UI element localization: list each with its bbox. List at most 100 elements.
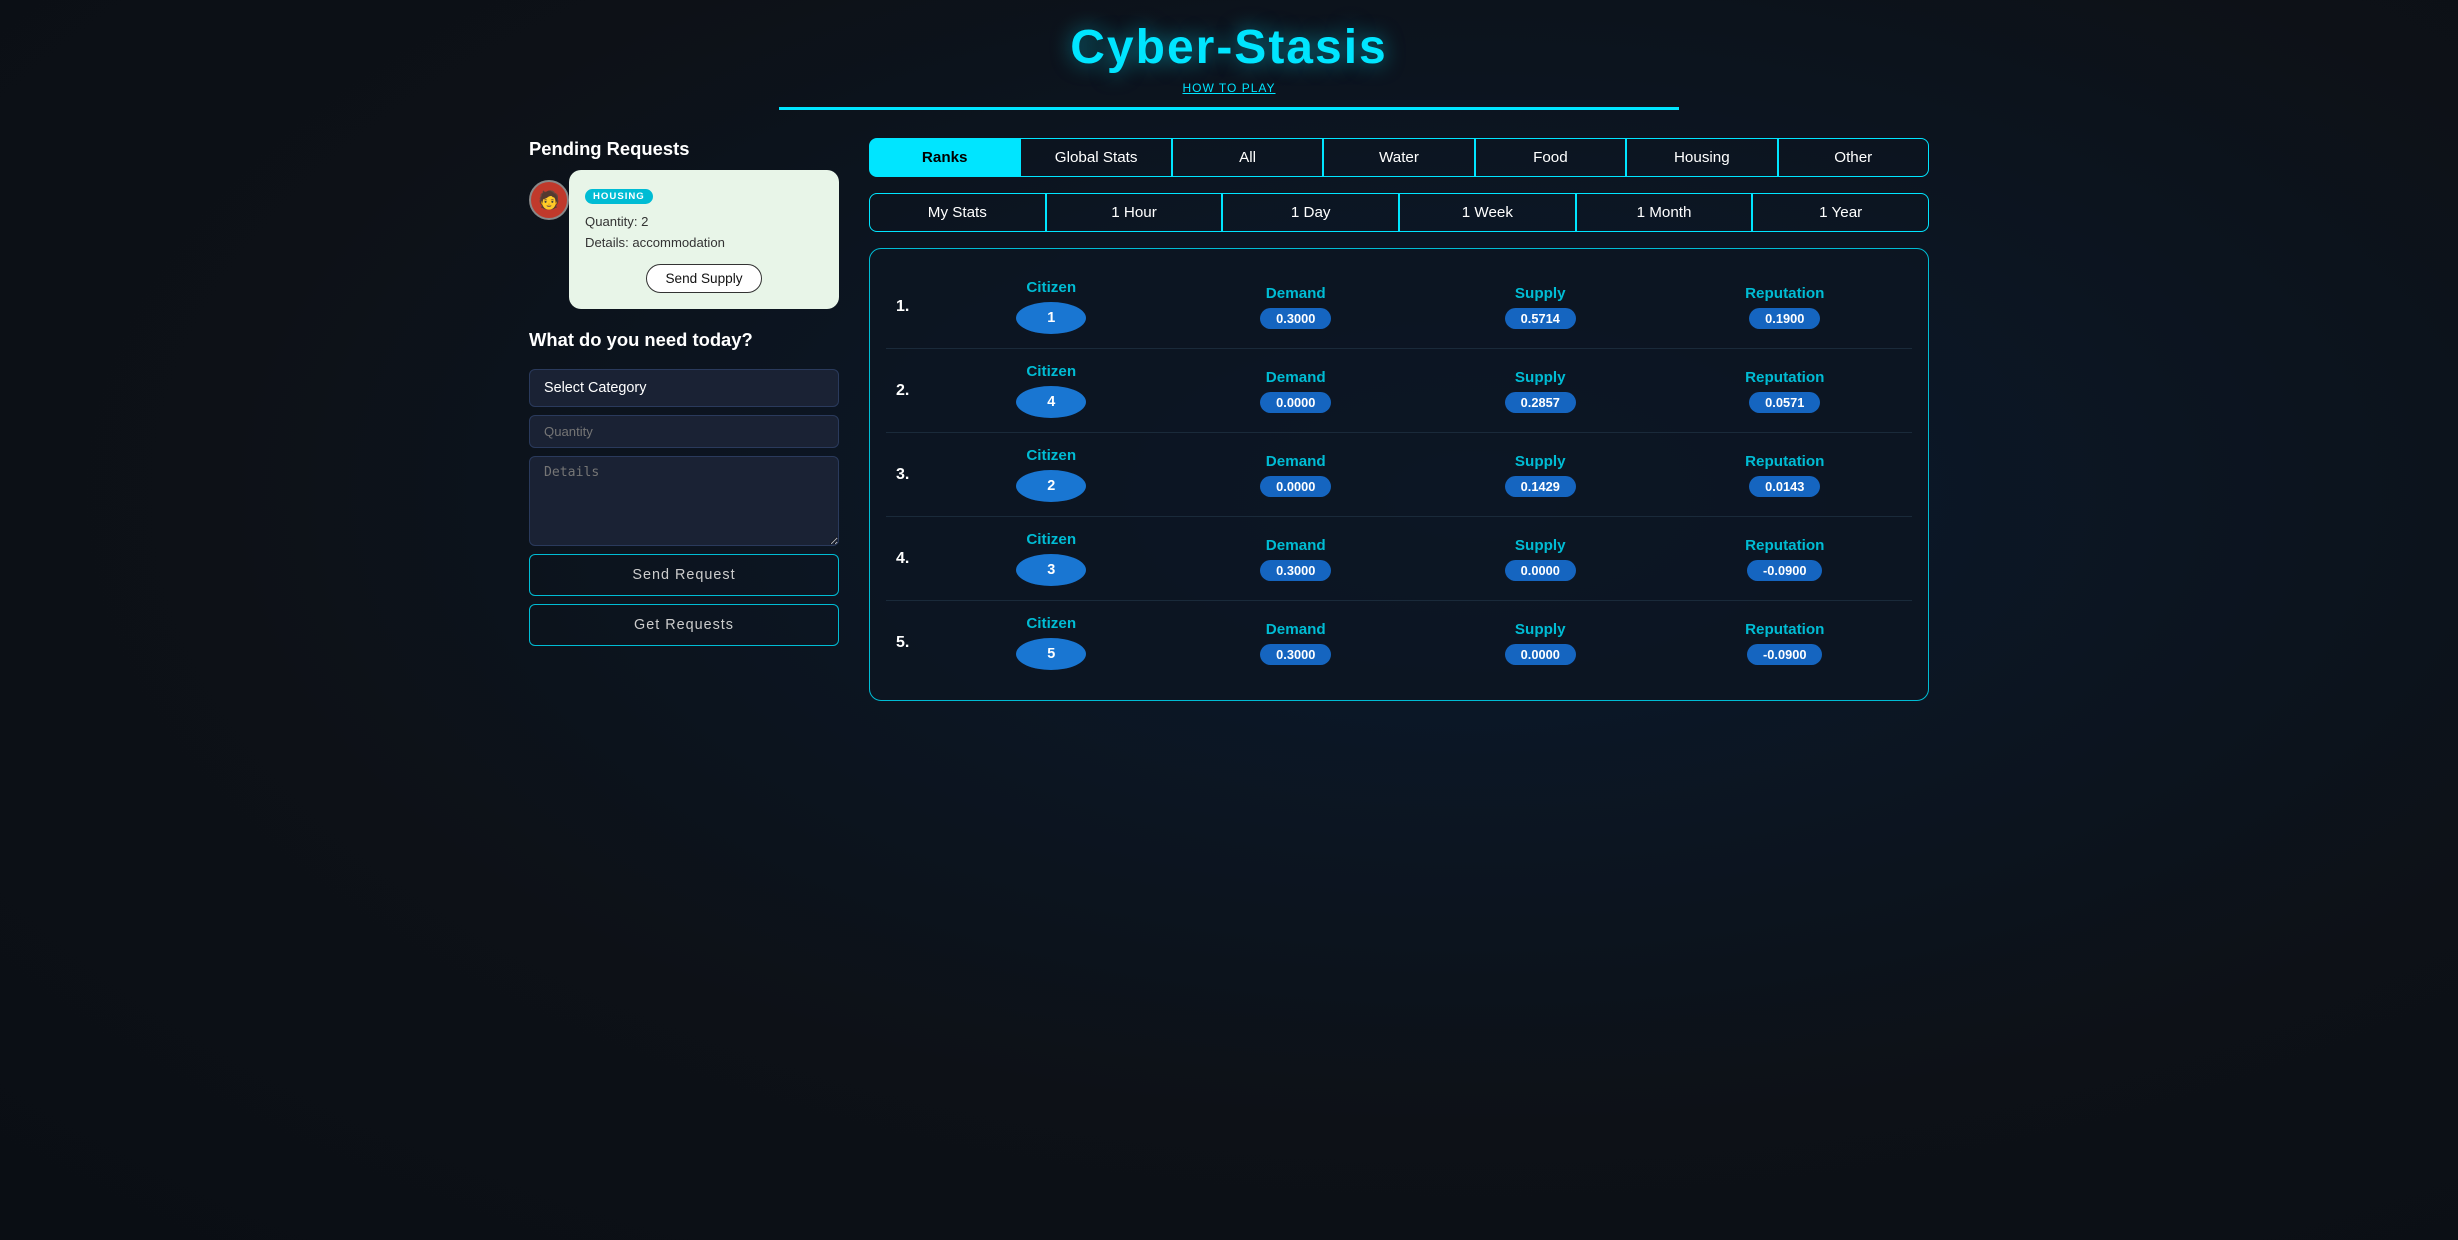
- left-panel: Pending Requests 🧑 HOUSING Quantity: 2 D…: [529, 138, 839, 701]
- supply-col: Supply 0.5714: [1423, 285, 1658, 329]
- citizen-id-badge: 2: [1016, 470, 1086, 502]
- citizen-id-badge: 4: [1016, 386, 1086, 418]
- tab-all[interactable]: All: [1172, 138, 1323, 177]
- tab-water[interactable]: Water: [1323, 138, 1474, 177]
- need-section: What do you need today? Select Category …: [529, 329, 839, 646]
- citizen-label: Citizen: [1026, 279, 1076, 296]
- demand-value: 0.0000: [1260, 476, 1331, 497]
- details-label: Details: accommodation: [585, 235, 823, 250]
- tab-1-year[interactable]: 1 Year: [1752, 193, 1929, 232]
- citizen-col: Citizen 5: [934, 615, 1169, 670]
- category-select[interactable]: Select Category Water Food Housing Other: [529, 369, 839, 407]
- demand-col: Demand 0.3000: [1179, 285, 1414, 329]
- table-row: 2. Citizen 4 Demand 0.0000 Supply 0.2857…: [886, 349, 1912, 433]
- citizen-id-badge: 3: [1016, 554, 1086, 586]
- supply-col: Supply 0.1429: [1423, 453, 1658, 497]
- supply-label: Supply: [1515, 453, 1566, 470]
- rank-number: 5.: [896, 634, 924, 652]
- supply-col: Supply 0.2857: [1423, 369, 1658, 413]
- reputation-label: Reputation: [1745, 537, 1824, 554]
- pending-card-wrapper: 🧑 HOUSING Quantity: 2 Details: accommoda…: [529, 170, 839, 309]
- reputation-label: Reputation: [1745, 285, 1824, 302]
- citizen-col: Citizen 1: [934, 279, 1169, 334]
- avatar: 🧑: [529, 180, 569, 220]
- reputation-col: Reputation 0.1900: [1668, 285, 1903, 329]
- supply-value: 0.0000: [1505, 644, 1576, 665]
- citizen-label: Citizen: [1026, 615, 1076, 632]
- tab-other[interactable]: Other: [1778, 138, 1929, 177]
- details-input[interactable]: [529, 456, 839, 546]
- supply-col: Supply 0.0000: [1423, 621, 1658, 665]
- rank-number: 2.: [896, 382, 924, 400]
- citizen-col: Citizen 3: [934, 531, 1169, 586]
- citizen-col: Citizen 4: [934, 363, 1169, 418]
- citizen-id-badge: 5: [1016, 638, 1086, 670]
- reputation-col: Reputation 0.0571: [1668, 369, 1903, 413]
- citizen-label: Citizen: [1026, 447, 1076, 464]
- tab-global-stats[interactable]: Global Stats: [1020, 138, 1171, 177]
- send-supply-button[interactable]: Send Supply: [646, 264, 761, 293]
- reputation-label: Reputation: [1745, 453, 1824, 470]
- tab-1-month[interactable]: 1 Month: [1576, 193, 1753, 232]
- ranks-table: 1. Citizen 1 Demand 0.3000 Supply 0.5714…: [869, 248, 1929, 701]
- supply-value: 0.0000: [1505, 560, 1576, 581]
- tab-row-1: RanksGlobal StatsAllWaterFoodHousingOthe…: [869, 138, 1929, 177]
- demand-label: Demand: [1266, 369, 1326, 386]
- tab-1-day[interactable]: 1 Day: [1222, 193, 1399, 232]
- tab-row-2: My Stats1 Hour1 Day1 Week1 Month1 Year: [869, 193, 1929, 232]
- reputation-col: Reputation 0.0143: [1668, 453, 1903, 497]
- rank-number: 3.: [896, 466, 924, 484]
- get-requests-button[interactable]: Get Requests: [529, 604, 839, 646]
- reputation-col: Reputation -0.0900: [1668, 537, 1903, 581]
- demand-col: Demand 0.3000: [1179, 621, 1414, 665]
- table-row: 4. Citizen 3 Demand 0.3000 Supply 0.0000…: [886, 517, 1912, 601]
- demand-value: 0.3000: [1260, 644, 1331, 665]
- tab-1-hour[interactable]: 1 Hour: [1046, 193, 1223, 232]
- supply-label: Supply: [1515, 621, 1566, 638]
- table-row: 1. Citizen 1 Demand 0.3000 Supply 0.5714…: [886, 265, 1912, 349]
- reputation-col: Reputation -0.0900: [1668, 621, 1903, 665]
- reputation-value: -0.0900: [1747, 644, 1822, 665]
- how-to-play-link[interactable]: HOW TO PLAY: [1182, 81, 1275, 95]
- supply-value: 0.2857: [1505, 392, 1576, 413]
- main-layout: Pending Requests 🧑 HOUSING Quantity: 2 D…: [529, 138, 1929, 701]
- demand-col: Demand 0.0000: [1179, 453, 1414, 497]
- table-row: 5. Citizen 5 Demand 0.3000 Supply 0.0000…: [886, 601, 1912, 684]
- reputation-label: Reputation: [1745, 621, 1824, 638]
- rank-number: 1.: [896, 298, 924, 316]
- table-row: 3. Citizen 2 Demand 0.0000 Supply 0.1429…: [886, 433, 1912, 517]
- reputation-label: Reputation: [1745, 369, 1824, 386]
- app-header: Cyber-Stasis HOW TO PLAY: [779, 20, 1679, 110]
- demand-value: 0.0000: [1260, 392, 1331, 413]
- tab-food[interactable]: Food: [1475, 138, 1626, 177]
- citizen-label: Citizen: [1026, 363, 1076, 380]
- supply-label: Supply: [1515, 537, 1566, 554]
- supply-label: Supply: [1515, 369, 1566, 386]
- supply-value: 0.1429: [1505, 476, 1576, 497]
- demand-label: Demand: [1266, 285, 1326, 302]
- citizen-col: Citizen 2: [934, 447, 1169, 502]
- tab-housing[interactable]: Housing: [1626, 138, 1777, 177]
- supply-value: 0.5714: [1505, 308, 1576, 329]
- reputation-value: 0.0143: [1749, 476, 1820, 497]
- tab-1-week[interactable]: 1 Week: [1399, 193, 1576, 232]
- quantity-input[interactable]: [529, 415, 839, 448]
- send-request-button[interactable]: Send Request: [529, 554, 839, 596]
- tab-my-stats[interactable]: My Stats: [869, 193, 1046, 232]
- supply-col: Supply 0.0000: [1423, 537, 1658, 581]
- demand-col: Demand 0.3000: [1179, 537, 1414, 581]
- demand-col: Demand 0.0000: [1179, 369, 1414, 413]
- supply-label: Supply: [1515, 285, 1566, 302]
- page-wrapper: Cyber-Stasis HOW TO PLAY Pending Request…: [0, 0, 2458, 1240]
- quantity-label: Quantity: 2: [585, 214, 823, 229]
- demand-label: Demand: [1266, 621, 1326, 638]
- demand-value: 0.3000: [1260, 308, 1331, 329]
- pending-requests-section: Pending Requests 🧑 HOUSING Quantity: 2 D…: [529, 138, 839, 309]
- reputation-value: -0.0900: [1747, 560, 1822, 581]
- demand-value: 0.3000: [1260, 560, 1331, 581]
- tab-ranks[interactable]: Ranks: [869, 138, 1020, 177]
- demand-label: Demand: [1266, 453, 1326, 470]
- category-badge: HOUSING: [585, 189, 653, 204]
- pending-requests-title: Pending Requests: [529, 138, 839, 160]
- citizen-id-badge: 1: [1016, 302, 1086, 334]
